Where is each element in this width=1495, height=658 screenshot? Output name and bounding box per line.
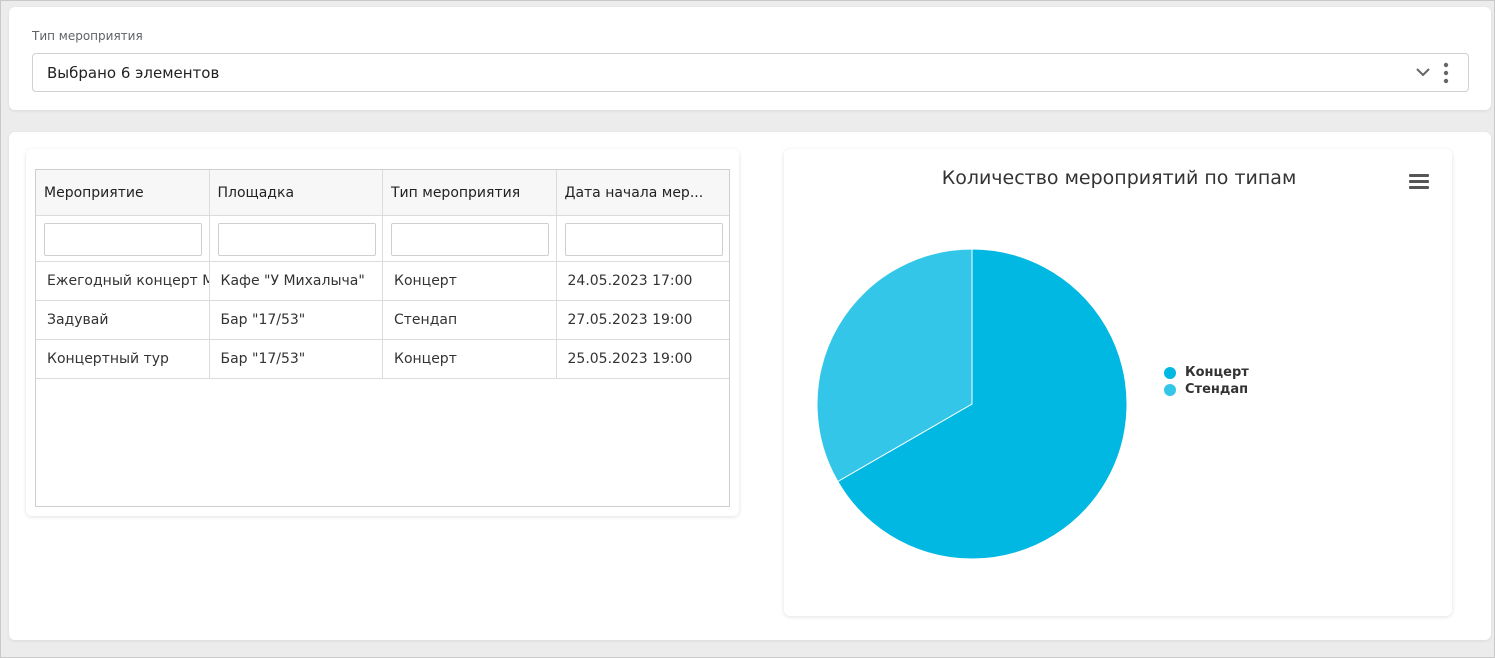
- select-value: Выбрано 6 элементов: [47, 64, 220, 82]
- column-header-type[interactable]: Тип мероприятия: [383, 170, 557, 215]
- legend-label: Стендап: [1185, 382, 1249, 397]
- table-cell: Концерт: [383, 262, 557, 300]
- legend-marker: [1164, 383, 1176, 396]
- pie-chart-card: Количество мероприятий по типам Концерт …: [784, 149, 1452, 616]
- column-header-event[interactable]: Мероприятие: [36, 170, 210, 215]
- filter-input-event[interactable]: [44, 223, 202, 256]
- legend-item-standup[interactable]: Стендап: [1164, 381, 1249, 398]
- table-cell: 25.05.2023 19:00: [567, 351, 693, 367]
- table-row[interactable]: Задувай Бар "17/53" Стендап 27.05.2023 1…: [36, 301, 729, 340]
- filter-label: Тип мероприятия: [32, 29, 143, 43]
- column-header-venue[interactable]: Площадка: [210, 170, 383, 215]
- chevron-down-icon[interactable]: [1414, 63, 1432, 81]
- table-cell: Бар "17/53": [210, 301, 383, 339]
- filter-input-venue[interactable]: [217, 223, 376, 256]
- table-filter-row: [36, 216, 729, 262]
- table-row[interactable]: Концертный тур Бар "17/53" Концерт 25.05…: [36, 340, 729, 379]
- legend-item-concert[interactable]: Концерт: [1164, 364, 1249, 381]
- table-row[interactable]: Ежегодный концерт Ми Кафе "У Михалыча" К…: [36, 262, 729, 301]
- table-cell: 27.05.2023 19:00: [567, 312, 693, 328]
- filter-input-type[interactable]: [391, 223, 549, 256]
- events-table-card: Мероприятие Площадка Тип мероприятия Дат…: [26, 149, 739, 516]
- filter-input-start-date[interactable]: [564, 223, 723, 256]
- table-cell: Задувай: [36, 301, 210, 339]
- table-header-row: Мероприятие Площадка Тип мероприятия Дат…: [36, 170, 730, 216]
- legend-marker: [1164, 366, 1176, 379]
- filter-card: Тип мероприятия Выбрано 6 элементов: [9, 7, 1491, 110]
- table-cell: Ежегодный концерт Ми: [36, 262, 210, 300]
- table-cell: Бар "17/53": [210, 340, 383, 378]
- event-type-select[interactable]: Выбрано 6 элементов: [32, 53, 1469, 92]
- table-cell: Кафе "У Михалыча": [210, 262, 383, 300]
- pie-chart: [816, 248, 1128, 560]
- table-cell: Стендап: [383, 301, 557, 339]
- legend-label: Концерт: [1185, 365, 1249, 380]
- table-cell: Концертный тур: [36, 340, 210, 378]
- table-cell: Концерт: [383, 340, 557, 378]
- chart-menu-icon[interactable]: [1409, 174, 1429, 190]
- events-grid: Мероприятие Площадка Тип мероприятия Дат…: [35, 169, 730, 507]
- column-header-start-date[interactable]: Дата начала мер...: [557, 170, 730, 215]
- more-vertical-icon[interactable]: [1440, 62, 1452, 84]
- table-cell: 24.05.2023 17:00: [567, 273, 693, 289]
- chart-title: Количество мероприятий по типам: [941, 167, 1297, 189]
- chart-legend: Концерт Стендап: [1164, 364, 1249, 398]
